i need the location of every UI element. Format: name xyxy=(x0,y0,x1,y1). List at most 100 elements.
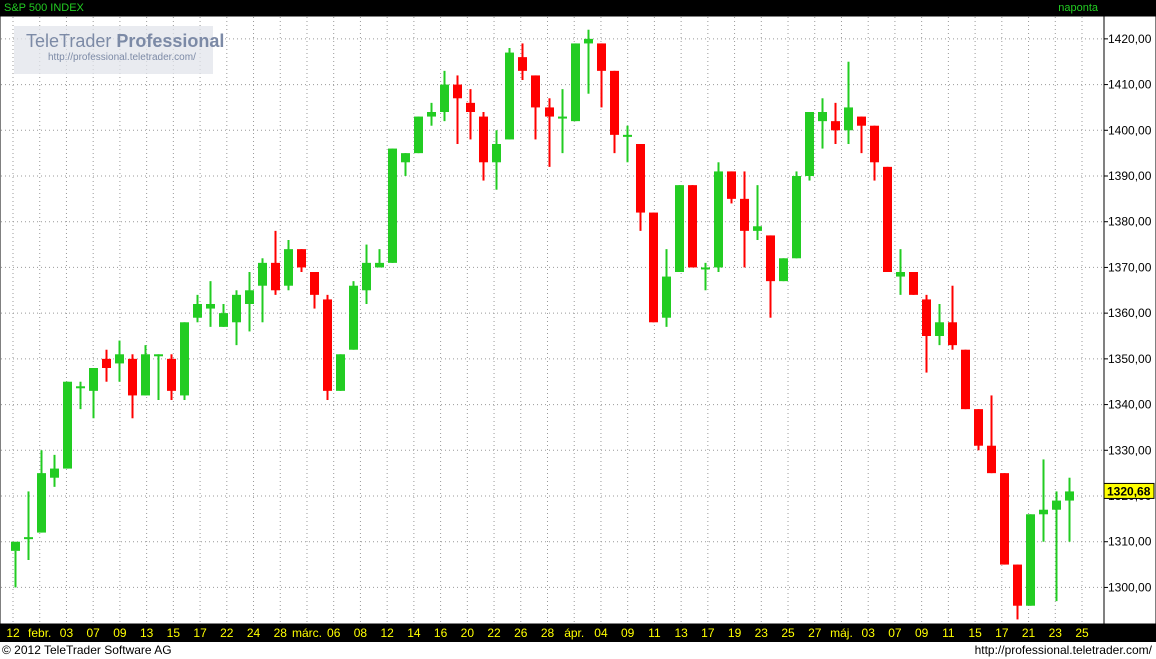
candle-body xyxy=(675,185,684,272)
candle-body xyxy=(11,541,20,551)
candle-body xyxy=(909,272,918,295)
candle-body xyxy=(935,322,944,336)
candle-body xyxy=(154,354,163,357)
candle xyxy=(1000,473,1009,565)
candle xyxy=(792,171,801,259)
candle-body xyxy=(818,112,827,122)
candle-body xyxy=(545,107,554,117)
candle-body xyxy=(831,121,840,131)
candle xyxy=(1026,514,1035,606)
x-tick-label: 15 xyxy=(167,626,181,640)
x-tick-label: 07 xyxy=(86,626,100,640)
candle-body xyxy=(336,354,345,391)
candle-body xyxy=(922,299,931,336)
candle-body xyxy=(805,112,814,176)
x-tick-label: 06 xyxy=(327,626,341,640)
candle-body xyxy=(102,358,111,368)
candle-body xyxy=(896,272,905,277)
x-tick-label: 12 xyxy=(6,626,20,640)
x-tick-label: 12 xyxy=(380,626,394,640)
candle-body xyxy=(401,153,410,163)
candle-body xyxy=(141,354,150,396)
x-tick-label: 14 xyxy=(407,626,421,640)
watermark: TeleTrader Professional http://professio… xyxy=(14,26,224,74)
candle xyxy=(63,381,72,469)
candle-body xyxy=(258,262,267,286)
candle xyxy=(505,48,514,140)
y-tick-label: 1350,00 xyxy=(1108,352,1152,366)
watermark-brand-bold: Professional xyxy=(116,31,225,51)
x-tick-label: 13 xyxy=(140,626,154,640)
candle-body xyxy=(649,212,658,323)
candle-body xyxy=(297,249,306,268)
candle-body xyxy=(219,313,228,327)
candle-body xyxy=(766,235,775,282)
candle-body xyxy=(206,304,215,309)
candle-body xyxy=(50,468,59,478)
footer: © 2012 TeleTrader Software AG http://pro… xyxy=(0,642,1156,659)
x-tick-label: 09 xyxy=(113,626,127,640)
x-tick-label: 21 xyxy=(1022,626,1036,640)
candle xyxy=(388,148,397,263)
x-tick-label: 23 xyxy=(755,626,769,640)
candle-body xyxy=(518,57,527,71)
candle-body xyxy=(974,409,983,446)
candle-body xyxy=(883,166,892,272)
candle-body xyxy=(792,176,801,259)
x-tick-label: 13 xyxy=(674,626,688,640)
y-tick-label: 1370,00 xyxy=(1108,260,1152,274)
y-tick-label: 1410,00 xyxy=(1108,78,1152,92)
x-axis: 12 febr. 03 07 09 13 15 17 22 24 28 márc. 06 08 12 14 16… xyxy=(6,626,1089,640)
y-tick-label: 1420,00 xyxy=(1108,32,1152,46)
candle xyxy=(336,354,345,391)
candle-body xyxy=(479,116,488,163)
x-tick-label: 11 xyxy=(648,626,661,640)
candle-body xyxy=(271,262,280,291)
candle-body xyxy=(1065,491,1074,501)
candle xyxy=(727,171,736,204)
candle-body xyxy=(349,285,358,350)
candle xyxy=(909,272,918,295)
candle-body xyxy=(844,107,853,131)
plot-area-border xyxy=(0,15,1105,625)
candle-body xyxy=(284,249,293,286)
candle xyxy=(323,294,332,400)
x-tick-label: 11 xyxy=(942,626,955,640)
x-tick-label: 26 xyxy=(514,626,528,640)
candle-body xyxy=(24,537,33,540)
candle-body xyxy=(558,116,567,119)
candle-body xyxy=(531,75,540,108)
candle xyxy=(779,258,788,282)
candle-body xyxy=(1026,514,1035,606)
candle-body xyxy=(76,386,85,389)
candle-body xyxy=(232,294,241,323)
x-tick-label: máj. xyxy=(830,626,853,640)
website-link[interactable]: http://professional.teletrader.com/ xyxy=(975,643,1152,658)
x-tick-label: 17 xyxy=(995,626,1009,640)
candle-body xyxy=(987,445,996,474)
x-tick-label: 09 xyxy=(915,626,929,640)
candle-body xyxy=(1013,564,1022,606)
y-tick-label: 1390,00 xyxy=(1108,169,1152,183)
candle-body xyxy=(310,272,319,295)
candle-body xyxy=(948,322,957,346)
candlestick-chart[interactable]: 1300,001310,001320,001330,001340,001350,… xyxy=(0,0,1156,642)
y-tick-label: 1340,00 xyxy=(1108,398,1152,412)
x-tick-label: 27 xyxy=(808,626,822,640)
x-tick-label: 17 xyxy=(701,626,715,640)
candle-body xyxy=(180,322,189,396)
candle-body xyxy=(623,134,632,137)
candle xyxy=(714,162,723,272)
x-tick-label: 28 xyxy=(541,626,555,640)
candle xyxy=(688,185,697,268)
candle-body xyxy=(597,43,606,71)
candle-body xyxy=(505,52,514,140)
candle-body xyxy=(779,258,788,282)
x-tick-label: ápr. xyxy=(564,626,584,640)
x-tick-label: 25 xyxy=(1075,626,1089,640)
x-tick-label: 24 xyxy=(247,626,261,640)
copyright-text: © 2012 TeleTrader Software AG xyxy=(2,643,172,657)
candle-body xyxy=(1000,473,1009,565)
candle-body xyxy=(571,43,580,122)
candle-body xyxy=(89,368,98,391)
